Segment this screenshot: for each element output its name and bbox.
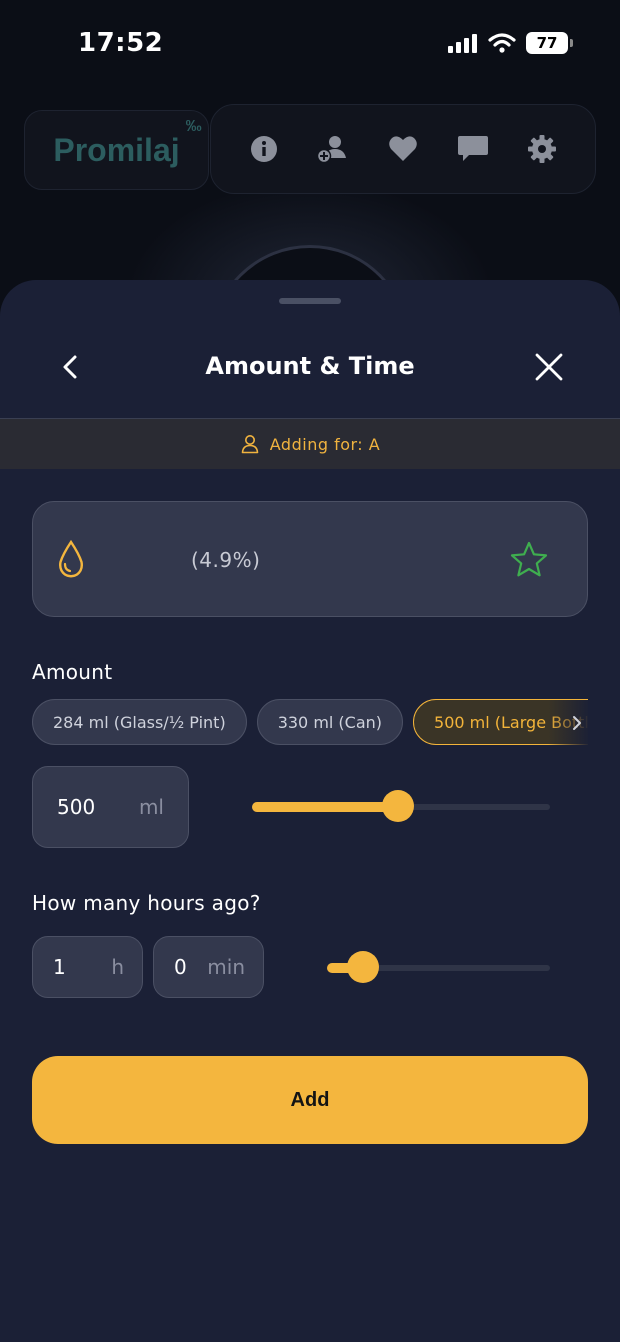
star-icon [510, 541, 548, 577]
status-indicators: 77 [448, 32, 573, 54]
preset-chip-330[interactable]: 330 ml (Can) [256, 699, 404, 745]
amount-time-sheet: Amount & Time Adding for: A (4.9%) Amoun… [0, 280, 620, 1342]
wifi-icon [488, 33, 516, 53]
adding-for-text: Adding for: A [269, 434, 381, 454]
top-nav [210, 104, 596, 194]
status-bar: 17:52 77 [0, 0, 620, 90]
minutes-value: 0 [174, 955, 187, 979]
drink-abv: (4.9%) [191, 548, 261, 572]
hours-ago-label: How many hours ago? [32, 891, 261, 915]
chat-icon[interactable] [456, 132, 490, 166]
drop-icon [59, 540, 83, 578]
app-header: Promilaj ‰ [24, 104, 596, 196]
add-button[interactable]: Add [32, 1056, 588, 1144]
close-button[interactable] [532, 350, 566, 384]
hours-field[interactable]: 1 h [32, 936, 143, 998]
sheet-grabber[interactable] [279, 298, 341, 304]
heart-icon[interactable] [386, 132, 420, 166]
adding-for-banner: Adding for: A [0, 419, 620, 469]
sheet-header: Amount & Time [0, 330, 620, 406]
amount-field[interactable]: 500 ml [32, 766, 189, 848]
logo-text: Promilaj ‰ [53, 118, 201, 169]
favorite-button[interactable] [509, 540, 549, 580]
signal-icon [448, 34, 477, 53]
slider-thumb[interactable] [382, 790, 415, 822]
info-icon[interactable] [247, 132, 281, 166]
status-time: 17:52 [78, 28, 164, 58]
selected-drink-card[interactable]: (4.9%) [32, 501, 588, 617]
minutes-field[interactable]: 0 min [153, 936, 264, 998]
minutes-unit: min [207, 955, 245, 979]
preset-chip-284[interactable]: 284 ml (Glass/½ Pint) [32, 699, 247, 745]
gear-icon[interactable] [525, 132, 559, 166]
hours-slider[interactable] [327, 951, 550, 985]
chevron-right-icon [573, 716, 581, 730]
app-logo: Promilaj ‰ [24, 110, 209, 190]
amount-label: Amount [32, 660, 113, 684]
amount-slider[interactable] [252, 790, 550, 824]
hours-value: 1 [53, 955, 66, 979]
amount-unit: ml [138, 795, 164, 819]
slider-thumb[interactable] [346, 951, 379, 983]
add-person-icon[interactable] [316, 132, 350, 166]
person-icon [241, 435, 259, 454]
scroll-indicator[interactable] [548, 700, 588, 746]
amount-presets: 284 ml (Glass/½ Pint) 330 ml (Can) 500 m… [32, 699, 588, 747]
battery-indicator: 77 [526, 32, 573, 54]
slider-fill [252, 802, 399, 812]
logo-permille: ‰ [185, 117, 202, 135]
hours-unit: h [111, 955, 124, 979]
close-icon [535, 353, 563, 381]
sheet-title: Amount & Time [205, 352, 415, 380]
amount-value: 500 [57, 795, 96, 819]
logo-wordmark: Promilaj [53, 131, 180, 168]
